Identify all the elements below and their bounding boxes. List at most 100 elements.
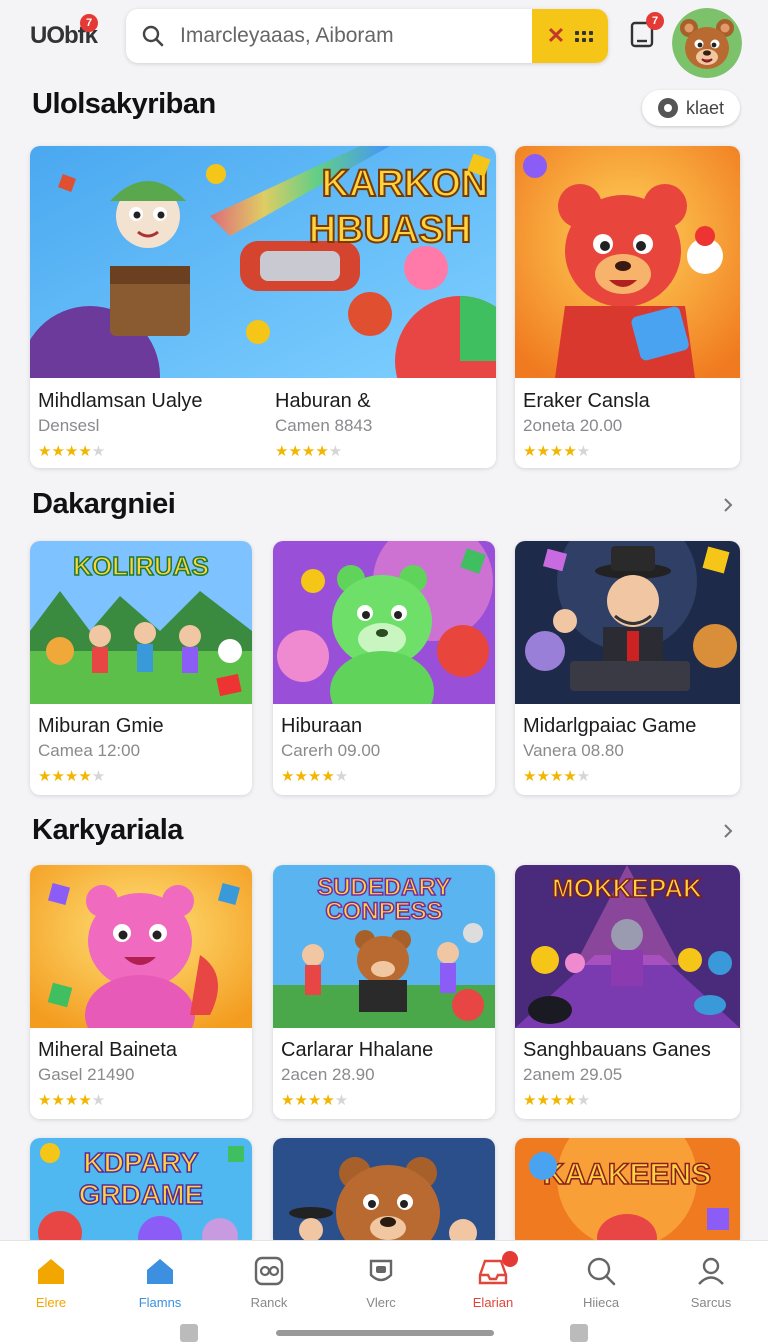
nav-label: Ranck — [250, 1295, 288, 1310]
card-title: Haburan & — [275, 390, 371, 412]
card-subtitle: 2oneta 20.00 — [523, 416, 623, 435]
card-subtitle: 2anem 29.05 — [523, 1065, 623, 1084]
star-rating: ★★★★★ — [275, 443, 343, 460]
nav-label: Flamns — [138, 1295, 182, 1310]
home-icon — [38, 1259, 64, 1284]
card-title: Miheral Baineta — [38, 1039, 177, 1061]
game-card[interactable]: MOKKEPAK Sanghbauans Ganes 2anem 29.05 ★… — [515, 865, 740, 1119]
star-rating: ★★★★★ — [38, 1092, 106, 1109]
system-recents-button[interactable] — [570, 1324, 588, 1342]
search-input[interactable]: Imarcleyaaas, Aiboram — [180, 24, 532, 48]
thumb-title-2: CONPESS — [325, 898, 442, 925]
banner-line-2: HBUASH — [309, 209, 472, 251]
game-thumbnail — [515, 146, 740, 378]
card-title: Sanghbauans Ganes — [523, 1039, 711, 1061]
star-rating: ★★★★★ — [38, 768, 106, 785]
nav-badge — [502, 1251, 518, 1267]
section-title-3: Karkyariala — [32, 814, 183, 846]
avatar[interactable] — [672, 8, 742, 78]
search-icon — [126, 9, 180, 63]
logo-badge: 7 — [80, 14, 98, 32]
card-title: Hiburaan — [281, 715, 363, 737]
search-icon — [587, 1257, 616, 1286]
system-back-button[interactable] — [180, 1324, 198, 1342]
star-rating: ★★★★★ — [281, 1092, 349, 1109]
nav-item-vlerc[interactable]: Vlerc — [336, 1255, 426, 1310]
game-thumbnail — [273, 541, 495, 704]
game-thumbnail: KDPARY GRDAME — [30, 1138, 252, 1248]
thumb-title-1: SUDEDARY — [317, 874, 451, 901]
profile-icon — [698, 1257, 724, 1285]
nav-item-ranck[interactable]: Ranck — [224, 1255, 314, 1310]
star-rating: ★★★★★ — [281, 768, 349, 785]
star-rating: ★★★★★ — [38, 443, 106, 460]
card-subtitle: Gasel 21490 — [38, 1065, 135, 1084]
game-thumbnail: SUDEDARY CONPESS — [273, 865, 495, 1028]
section-1-action-label: klaet — [685, 97, 725, 118]
card-subtitle: Vanera 08.80 — [523, 741, 624, 760]
section-title-2: Dakargniei — [32, 488, 176, 520]
game-thumbnail: MOKKEPAK — [515, 865, 740, 1028]
grid-icon[interactable] — [575, 30, 594, 42]
card-subtitle: Densesl — [38, 416, 100, 435]
game-card[interactable]: Eraker Cansla 2oneta 20.00 ★★★★★ — [515, 146, 740, 468]
clear-icon[interactable]: ✕ — [547, 23, 565, 49]
system-home-bar[interactable] — [276, 1330, 494, 1336]
nav-label: Elarian — [472, 1295, 514, 1310]
game-card[interactable]: KOLIRUAS Miburan Gmie Camea 12:00 ★★★★★ — [30, 541, 252, 795]
house-icon — [147, 1259, 173, 1284]
star-rating: ★★★★★ — [523, 768, 591, 785]
game-thumbnail — [30, 865, 252, 1028]
card-title: Midarlgpaiac Game — [523, 715, 697, 737]
card-subtitle: 2acen 28.90 — [281, 1065, 375, 1084]
game-card[interactable]: Midarlgpaiac Game Vanera 08.80 ★★★★★ — [515, 541, 740, 795]
chevron-right-icon[interactable] — [720, 497, 736, 513]
card-subtitle: Camea 12:00 — [38, 741, 141, 760]
bottom-navigation: Elere Flamns Ranck Vlerc Elarian Hiieca … — [0, 1240, 768, 1344]
card-title: Carlarar Hhalane — [281, 1039, 434, 1061]
card-subtitle: Carerh 09.00 — [281, 741, 381, 760]
game-card[interactable] — [273, 1138, 495, 1248]
featured-thumbnail: KARKON HBUASH — [30, 146, 496, 378]
chevron-right-icon[interactable] — [720, 823, 736, 839]
gamepad-icon — [254, 1256, 284, 1286]
game-thumbnail: KOLIRUAS — [30, 541, 252, 704]
game-card[interactable]: Hiburaan Carerh 09.00 ★★★★★ — [273, 541, 495, 795]
game-card[interactable]: KAAKEENS — [515, 1138, 740, 1248]
star-rating: ★★★★★ — [523, 1092, 591, 1109]
nav-item-hiieca[interactable]: Hiieca — [556, 1255, 646, 1310]
nav-item-sarcus[interactable]: Sarcus — [666, 1255, 756, 1310]
featured-card[interactable]: KARKON HBUASH Mihdlamsan Ualye Densesl ★… — [30, 146, 496, 468]
card-title: Eraker Cansla — [523, 390, 650, 412]
banner-line-1: KARKON — [322, 163, 489, 205]
game-card[interactable]: Miheral Baineta Gasel 21490 ★★★★★ — [30, 865, 252, 1119]
nav-item-elarian[interactable]: Elarian — [448, 1251, 538, 1310]
nav-label: Elere — [35, 1295, 67, 1310]
game-card[interactable]: SUDEDARY CONPESS Carlarar Hhalane 2acen … — [273, 865, 495, 1119]
nav-label: Hiieca — [582, 1295, 620, 1310]
thumb-title: KAAKEENS — [543, 1158, 711, 1191]
mask-icon — [369, 1259, 393, 1282]
card-title: Miburan Gmie — [38, 715, 164, 737]
search-bar[interactable]: Imarcleyaaas, Aiboram ✕ — [126, 9, 608, 63]
game-thumbnail: KAAKEENS — [515, 1138, 740, 1248]
card-subtitle: Camen 8843 — [275, 416, 373, 435]
notification-badge: 7 — [646, 12, 664, 30]
card-title: Mihdlamsan Ualye — [38, 390, 203, 412]
game-thumbnail — [273, 1138, 495, 1248]
section-title-1: Ulolsakyriban — [32, 88, 216, 120]
clock-icon — [657, 98, 678, 118]
game-thumbnail — [515, 541, 740, 704]
section-1-action-button[interactable]: klaet — [642, 90, 740, 126]
thumb-title-2: GRDAME — [79, 1179, 203, 1210]
nav-label: Vlerc — [366, 1295, 396, 1310]
top-header: UObfk 7 Imarcleyaaas, Aiboram ✕ 7 — [0, 0, 768, 78]
nav-item-elere[interactable]: Elere — [6, 1255, 96, 1310]
thumb-title-1: KDPARY — [83, 1147, 198, 1178]
game-card[interactable]: KDPARY GRDAME — [30, 1138, 252, 1248]
thumb-title: KOLIRUAS — [73, 551, 209, 581]
nav-label: Sarcus — [690, 1295, 732, 1310]
search-actions: ✕ — [532, 9, 608, 63]
thumb-title: MOKKEPAK — [552, 873, 702, 903]
nav-item-flamns[interactable]: Flamns — [115, 1255, 205, 1310]
